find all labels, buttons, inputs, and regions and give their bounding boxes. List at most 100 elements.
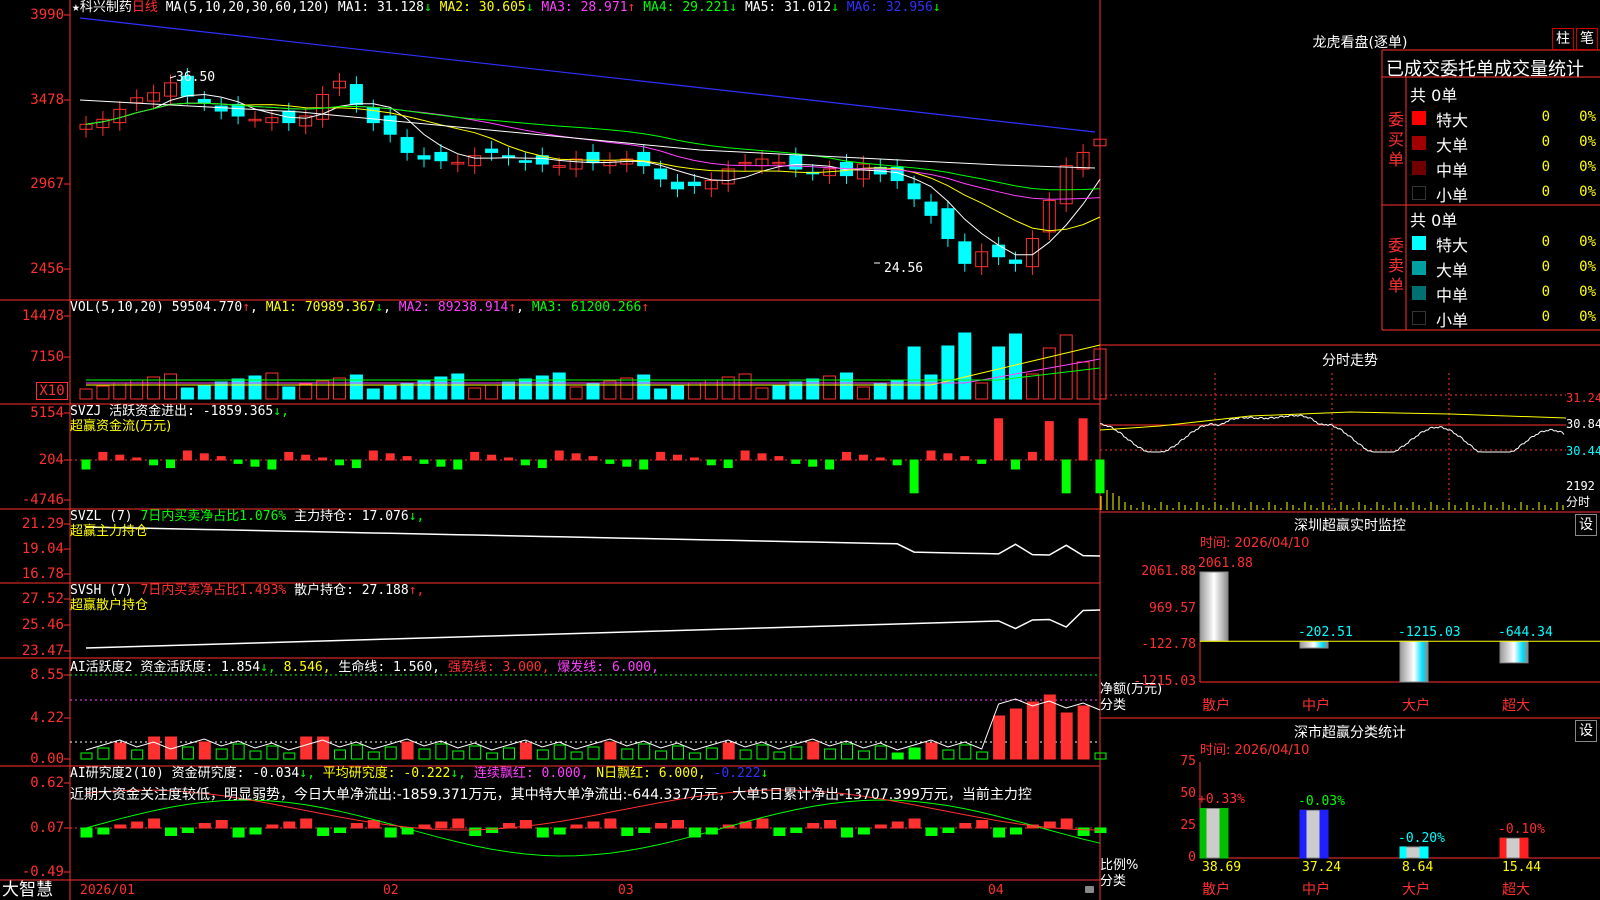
fund-flow-bar	[909, 459, 919, 494]
activity-bar	[418, 748, 431, 760]
activity-bar	[350, 744, 363, 760]
volume-bar	[637, 374, 651, 400]
ai1-ytick: 8.55	[30, 667, 64, 683]
sz-monitor-bar	[1199, 571, 1229, 642]
activity-bar	[1077, 705, 1090, 760]
research-bar	[300, 818, 313, 829]
sz-monitor-bar	[1499, 640, 1529, 664]
buy-row-count: 0	[1541, 134, 1550, 150]
buy-row-label: 中单	[1436, 161, 1469, 180]
sell-row-swatch	[1412, 286, 1426, 300]
buy-row-label: 大单	[1436, 136, 1469, 155]
volume-bar	[248, 375, 262, 400]
sz-class-settings-button[interactable]: 设	[1575, 720, 1597, 742]
sell-row-label: 中单	[1436, 286, 1469, 305]
sz-class-ytick: 50	[1180, 786, 1196, 801]
fund-flow-bar	[1061, 459, 1071, 494]
tick-mode-button[interactable]: 笔	[1576, 28, 1598, 50]
fund-flow-bar	[571, 453, 581, 461]
volume-bar	[349, 374, 363, 400]
candle-body	[485, 148, 499, 153]
xaxis-label: 03	[618, 883, 634, 898]
sz-class-bar-accent	[1519, 837, 1529, 859]
activity-bar	[621, 748, 634, 760]
sz-class-value: 8.64	[1402, 860, 1434, 875]
activity-bar	[401, 741, 414, 760]
candle-body	[907, 183, 921, 200]
activity-bar	[536, 749, 549, 760]
svsh-subtitle: 超赢散户持仓	[70, 598, 149, 613]
activity-bar	[148, 736, 161, 760]
research-bar	[215, 820, 228, 829]
volume-bar	[485, 384, 499, 400]
stock-chart[interactable]	[0, 0, 1600, 900]
xaxis-label: 2026/01	[80, 883, 135, 898]
fund-flow-bar	[537, 459, 547, 469]
research-bar	[1010, 827, 1022, 835]
stock-name[interactable]: 科兴制药	[80, 0, 132, 15]
svzl-ytick: 19.04	[21, 541, 64, 557]
lock-icon[interactable]	[1085, 886, 1094, 893]
period-label[interactable]: 日线	[132, 0, 158, 15]
volume-bar	[518, 378, 532, 400]
sz-monitor-settings-button[interactable]: 设	[1575, 514, 1597, 536]
volume-bar	[164, 373, 177, 400]
volume-bar	[924, 374, 938, 400]
research-bar	[807, 823, 820, 829]
volume-bar	[231, 378, 245, 400]
ma-legend-1: MA1: 31.128↓	[337, 0, 432, 15]
activity-bar	[976, 751, 989, 760]
activity-bar	[587, 746, 600, 760]
svsh-header: SVSH (7) 7日内买卖净占比1.493% 散户持仓: 27.188↑,	[70, 583, 425, 598]
kline-header: ★科兴制药日线 MA(5,10,20,30,60,120) MA1: 31.12…	[72, 0, 941, 15]
volume-bar	[282, 386, 296, 400]
research-bar	[181, 827, 194, 833]
sz-class-bar-accent	[1499, 837, 1507, 859]
activity-bar	[249, 750, 262, 760]
research-bar	[384, 827, 397, 838]
research-bar	[756, 818, 769, 829]
vol-ytick: 7150	[30, 349, 64, 365]
sz-class-value: 15.44	[1502, 860, 1542, 875]
fund-flow-bar	[199, 453, 209, 461]
research-bar	[553, 827, 566, 835]
fund-flow-bar	[622, 459, 632, 467]
volume-bar	[383, 385, 397, 400]
volume-bar	[806, 378, 820, 400]
activity-bar	[553, 744, 566, 760]
fund-flow-bar	[892, 459, 902, 466]
activity-bar	[283, 752, 296, 760]
volume-bar	[265, 372, 279, 400]
xaxis-label: 02	[383, 883, 399, 898]
research-bar	[317, 827, 330, 836]
fund-flow-bar	[875, 457, 885, 461]
sz-class-change: -0.20%	[1398, 830, 1445, 846]
fund-flow-bar	[250, 459, 260, 467]
svzj-header: SVZJ 活跃资金进出: -1859.365↓,	[70, 404, 289, 419]
sz-monitor-ytick: 2061.88	[1141, 564, 1196, 579]
sell-row-percent: 0%	[1579, 234, 1596, 250]
sz-monitor-bar	[1399, 640, 1429, 683]
fund-flow-bar	[825, 459, 835, 470]
fund-flow-bar	[436, 459, 446, 467]
sz-class-category: 散户	[1202, 882, 1230, 898]
research-bar	[350, 823, 363, 829]
sz-class-title: 深市超赢分类统计	[1294, 725, 1406, 741]
bar-mode-button[interactable]: 柱	[1552, 28, 1574, 50]
volume-bar	[1059, 334, 1073, 400]
star-icon[interactable]: ★	[72, 0, 80, 15]
activity-bar	[80, 752, 93, 760]
candle-body	[400, 137, 414, 153]
intraday-avg-line	[1099, 411, 1567, 431]
candle-body	[518, 160, 532, 163]
research-bar	[587, 821, 600, 829]
sz-monitor-value: -644.34	[1498, 625, 1553, 641]
svzl-header: SVZL (7) 7日内买卖净占比1.076% 主力持仓: 17.076↓,	[70, 509, 425, 524]
vol-header: VOL(5,10,20) 59504.770↑, MA1: 70989.367↓…	[70, 300, 650, 315]
buy-row-label: 特大	[1436, 111, 1469, 130]
volume-bar	[299, 383, 313, 400]
sz-monitor-value: -202.51	[1298, 625, 1353, 641]
ai2-comment: 近期大资金关注度较低，明显弱势，今日大单净流出:-1859.371万元，其中特大…	[70, 787, 1032, 803]
fund-flow-bar	[98, 451, 108, 461]
research-bar	[165, 827, 177, 836]
